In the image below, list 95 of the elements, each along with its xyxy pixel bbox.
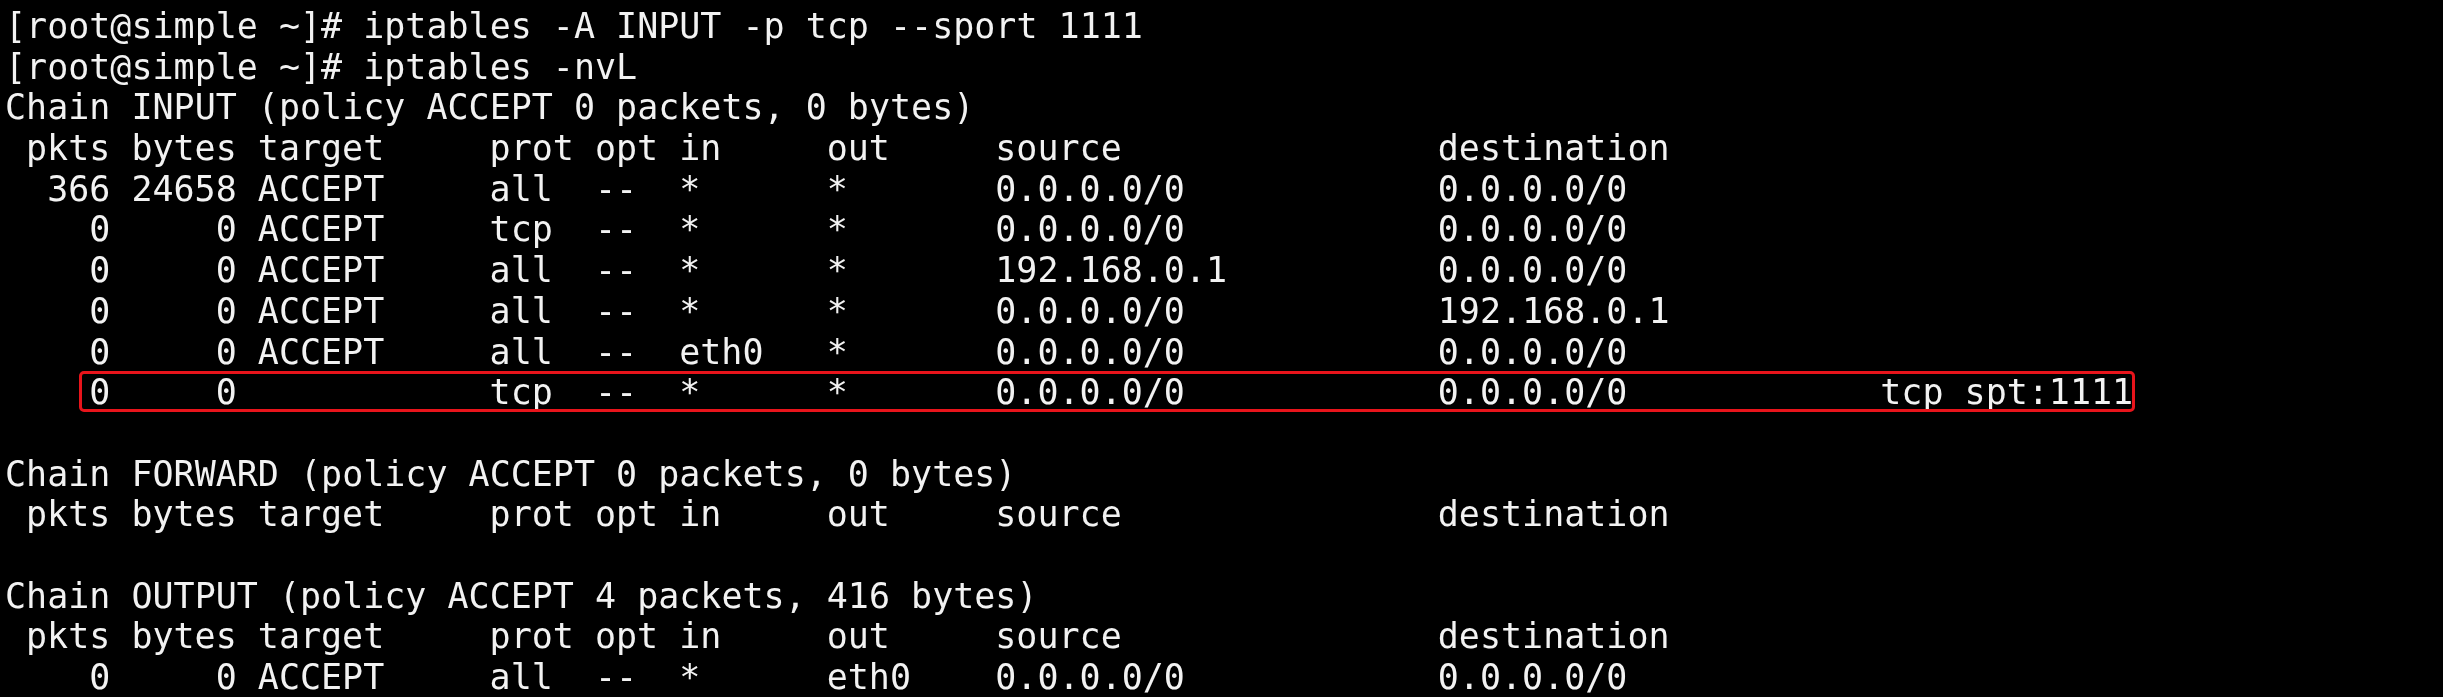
table-cell-text: all	[489, 168, 554, 210]
table-cell-text: --	[594, 657, 639, 697]
table-cell-text: ACCEPT	[257, 250, 386, 291]
table-cell-text: all	[489, 250, 554, 291]
table-cell-text: 0.0.0.0/0	[1437, 168, 1629, 210]
table-cell-text: *	[679, 209, 702, 251]
column-header: in	[679, 128, 723, 169]
table-cell-text: 0	[88, 657, 111, 697]
table-cell-text: 0	[214, 372, 237, 413]
column-header: pkts	[25, 128, 111, 169]
table-cell-text: 0.0.0.0/0	[1437, 209, 1629, 251]
table-cell-text: 0	[88, 331, 111, 373]
table-cell-text: *	[826, 372, 849, 413]
table-cell-text: 366	[46, 168, 111, 210]
table-cell-text: all	[489, 290, 554, 332]
table-cell-text: *	[679, 657, 702, 697]
table-cell-text: *	[826, 290, 849, 332]
table-cell-text: eth0	[826, 657, 912, 697]
table-cell-text: *	[826, 331, 849, 373]
column-header: source	[995, 494, 1123, 535]
command-line: [root@simple ~]# iptables -nvL	[5, 46, 638, 87]
column-header: target	[257, 616, 386, 657]
table-cell-text: ACCEPT	[257, 168, 386, 210]
column-header: bytes	[131, 494, 237, 535]
column-header: destination	[1437, 128, 1671, 169]
column-header: pkts	[25, 494, 111, 535]
column-header: source	[995, 616, 1123, 657]
table-cell-text: 0.0.0.0/0	[1437, 250, 1629, 291]
chain-heading: Chain FORWARD (policy ACCEPT 0 packets, 0 bytes)	[5, 453, 1017, 494]
table-cell-text: 0	[214, 657, 237, 697]
column-header: opt	[594, 128, 660, 169]
table-cell-text: 0.0.0.0/0	[995, 372, 1186, 413]
table-cell-text: *	[826, 250, 849, 291]
table-cell-text: tcp	[489, 209, 554, 251]
column-header: out	[826, 494, 891, 535]
table-cell-text: 0.0.0.0/0	[995, 209, 1186, 251]
table-cell-text: --	[594, 290, 639, 332]
table-cell-text: *	[679, 290, 702, 332]
table-cell-text: *	[826, 168, 849, 210]
table-cell-text: --	[594, 168, 639, 210]
column-header: destination	[1437, 494, 1671, 535]
table-cell-text: 0	[88, 250, 111, 291]
column-header: out	[826, 616, 891, 657]
column-header: in	[679, 494, 723, 535]
table-cell-text: 0.0.0.0/0	[995, 168, 1186, 210]
chain-heading: Chain INPUT (policy ACCEPT 0 packets, 0 bytes)	[5, 87, 975, 128]
table-cell-text: 0.0.0.0/0	[1437, 657, 1629, 697]
table-cell-text: 0	[214, 290, 237, 332]
table-cell-text: --	[594, 372, 639, 413]
table-cell-text: --	[594, 331, 639, 373]
table-cell-text: all	[489, 331, 554, 373]
table-cell-text: all	[489, 657, 554, 697]
table-cell-text: 0	[214, 250, 237, 291]
column-header: prot	[489, 128, 575, 169]
table-cell-text: --	[594, 209, 639, 251]
table-cell-text: 0.0.0.0/0	[995, 290, 1186, 332]
table-cell-text: 0	[88, 290, 111, 332]
column-header: pkts	[25, 616, 111, 657]
table-cell-text: --	[594, 250, 639, 291]
column-header: destination	[1437, 616, 1671, 657]
table-cell-text: 192.168.0.1	[1437, 290, 1671, 332]
column-header: opt	[594, 616, 660, 657]
table-cell-text: ACCEPT	[257, 290, 386, 332]
table-cell-text: *	[679, 168, 702, 210]
table-cell: tcp spt:1111	[1880, 372, 2134, 413]
column-header: bytes	[131, 128, 237, 169]
table-cell-text: 192.168.0.1	[995, 250, 1229, 291]
table-cell-text: tcp	[489, 372, 554, 413]
table-cell-text: 0	[214, 209, 237, 251]
column-header: source	[995, 128, 1123, 169]
command-line: [root@simple ~]# iptables -A INPUT -p tcp --sport 1111	[5, 6, 1143, 46]
table-cell-text: *	[679, 372, 702, 413]
table-cell-text: 0	[214, 331, 237, 373]
table-cell: 24658	[131, 168, 237, 210]
column-header: bytes	[131, 616, 237, 657]
table-cell-text: 0.0.0.0/0	[1437, 331, 1629, 373]
column-header: in	[679, 616, 723, 657]
table-cell-text: *	[679, 250, 702, 291]
table-cell-text: 0	[88, 209, 111, 251]
column-header: prot	[489, 494, 575, 535]
table-cell-text: 0.0.0.0/0	[995, 657, 1186, 697]
table-cell-text: *	[826, 209, 849, 251]
table-cell-text: ACCEPT	[257, 209, 386, 251]
column-header: prot	[489, 616, 575, 657]
table-cell-text: ACCEPT	[257, 331, 386, 373]
chain-heading: Chain OUTPUT (policy ACCEPT 4 packets, 416 bytes)	[5, 575, 1038, 616]
column-header: target	[257, 128, 386, 169]
table-cell-text: eth0	[679, 331, 765, 373]
column-header: out	[826, 128, 891, 169]
table-cell-text: 0	[88, 372, 111, 413]
column-header: opt	[594, 494, 660, 535]
table-cell-text: 0.0.0.0/0	[1437, 372, 1629, 413]
column-header: target	[257, 494, 386, 535]
table-cell-text: ACCEPT	[257, 657, 386, 697]
table-cell-text: 0.0.0.0/0	[995, 331, 1186, 373]
